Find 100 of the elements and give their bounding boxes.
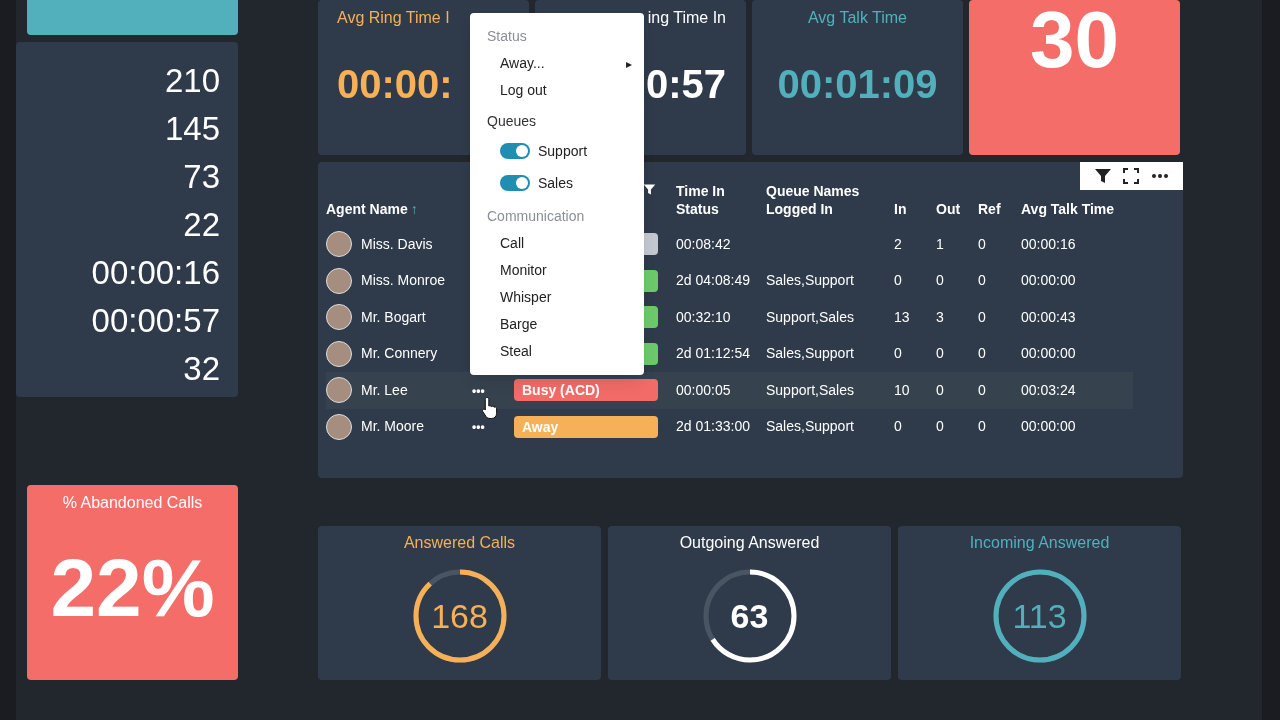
sort-indicator[interactable]: ↑ — [410, 200, 418, 218]
table-cell: 00:32:10 — [676, 308, 731, 325]
gauge-title: Answered Calls — [403, 533, 516, 553]
column-header[interactable]: Queue Names Logged In — [766, 182, 886, 218]
table-cell: 0 — [894, 272, 902, 289]
tile-title: Avg Talk Time — [808, 8, 907, 28]
column-header[interactable]: Time In Status — [676, 182, 746, 218]
stat-value: 145 — [164, 109, 220, 149]
table-cell: Support,Sales — [766, 308, 854, 325]
table-cell: Sales,Support — [766, 272, 854, 289]
agent-name: Mr. Moore — [361, 417, 424, 437]
stat-value: 73 — [183, 157, 220, 197]
table-cell: 00:00:00 — [1021, 418, 1076, 435]
avatar — [326, 340, 352, 367]
table-cell: Support,Sales — [766, 381, 854, 398]
toggle-label: Sales — [538, 173, 574, 193]
tile-value: 22% — [50, 547, 215, 629]
table-cell: 0 — [894, 345, 902, 362]
tile-value: 00:01:09 — [777, 64, 938, 104]
fullscreen-icon[interactable] — [1123, 168, 1140, 184]
menu-item[interactable]: Barge — [470, 311, 644, 338]
gauge-value: 113 — [1012, 595, 1067, 637]
toggle-switch[interactable] — [500, 175, 530, 191]
gauge-value: 63 — [730, 595, 769, 637]
menu-heading: Status — [486, 27, 528, 46]
table-cell: Sales,Support — [766, 418, 854, 435]
table-cell: 00:03:24 — [1021, 381, 1076, 398]
table-cell: 0 — [936, 345, 944, 362]
tile-value: 0:57 — [645, 64, 726, 104]
avatar — [326, 304, 352, 331]
table-cell: 0 — [894, 418, 902, 435]
table-cell: 0 — [936, 418, 944, 435]
menu-item-label: Away... — [500, 54, 545, 73]
tile-value: 00:00: — [337, 64, 453, 104]
tile-value: 30 — [1030, 0, 1119, 80]
table-cell: 0 — [978, 235, 986, 252]
avatar — [326, 267, 352, 294]
table-cell: 0 — [978, 308, 986, 325]
menu-item[interactable]: Whisper — [470, 284, 644, 311]
table-cell: 00:00:00 — [1021, 272, 1076, 289]
table-cell: 00:00:00 — [1021, 345, 1076, 362]
avatar — [326, 231, 352, 258]
agent-name: Mr. Connery — [361, 344, 438, 364]
actions-button[interactable]: ••• — [472, 421, 485, 434]
table-cell: 2d 04:08:49 — [676, 272, 750, 289]
table-cell: 00:00:05 — [676, 381, 731, 398]
tile-title: % Abandoned Calls — [62, 493, 203, 513]
table-cell: 1 — [936, 235, 944, 252]
toggle-switch[interactable] — [500, 143, 530, 159]
menu-item[interactable]: Log out — [470, 77, 644, 104]
toggle-label: Support — [538, 141, 588, 161]
table-cell: 10 — [894, 381, 910, 398]
table-cell: 0 — [978, 272, 986, 289]
avatar — [326, 413, 352, 440]
menu-heading: Queues — [486, 112, 538, 131]
table-cell: 00:08:42 — [676, 235, 731, 252]
gauge-value: 168 — [431, 595, 488, 637]
filter-icon[interactable] — [643, 183, 656, 196]
table-cell: 0 — [936, 272, 944, 289]
table-cell: 00:00:43 — [1021, 308, 1076, 325]
table-cell: 2d 01:12:54 — [676, 345, 750, 362]
column-header[interactable]: Avg Talk Time — [1021, 200, 1115, 218]
tile-title: ing Time In — [647, 8, 726, 28]
column-header[interactable]: In — [894, 200, 907, 218]
avatar — [326, 377, 352, 404]
table-cell: 3 — [936, 308, 944, 325]
table-cell: Sales,Support — [766, 345, 854, 362]
gauge-title: Outgoing Answered — [679, 533, 820, 553]
table-cell: 2 — [894, 235, 902, 252]
stat-value: 00:00:16 — [91, 253, 220, 293]
stat-value: 32 — [183, 349, 220, 389]
column-header[interactable]: Out — [936, 200, 961, 218]
status-badge: Busy (ACD) — [514, 379, 658, 402]
table-cell: 0 — [978, 381, 986, 398]
tile-title: Avg Ring Time I — [337, 8, 450, 28]
menu-item[interactable]: Call — [470, 230, 644, 257]
table-cell: 0 — [978, 418, 986, 435]
column-header[interactable]: Agent Name — [326, 200, 408, 218]
status-badge: Away — [514, 415, 658, 438]
submenu-arrow-icon: ▸ — [626, 54, 632, 73]
stat-value: 22 — [183, 205, 220, 245]
menu-heading: Communication — [486, 207, 586, 226]
menu-item[interactable]: Steal — [470, 338, 644, 365]
agent-name: Miss. Davis — [361, 234, 433, 254]
actions-button[interactable]: ••• — [472, 384, 485, 397]
agent-name: Mr. Lee — [361, 380, 408, 400]
stat-value: 210 — [164, 61, 220, 101]
menu-item[interactable]: Monitor — [470, 257, 644, 284]
agent-name: Miss. Monroe — [361, 271, 446, 291]
stat-value: 00:00:57 — [91, 301, 220, 341]
filter-icon[interactable] — [1093, 168, 1112, 184]
table-cell: 0 — [936, 381, 944, 398]
table-cell: 0 — [978, 345, 986, 362]
gauge-title: Incoming Answered — [969, 533, 1110, 553]
table-cell: 2d 01:33:00 — [676, 418, 750, 435]
table-cell: 00:00:16 — [1021, 235, 1076, 252]
more-icon[interactable] — [1151, 173, 1170, 179]
hand-cursor-icon — [482, 396, 498, 420]
agent-name: Mr. Bogart — [361, 307, 426, 327]
column-header[interactable]: Ref — [978, 200, 1001, 218]
